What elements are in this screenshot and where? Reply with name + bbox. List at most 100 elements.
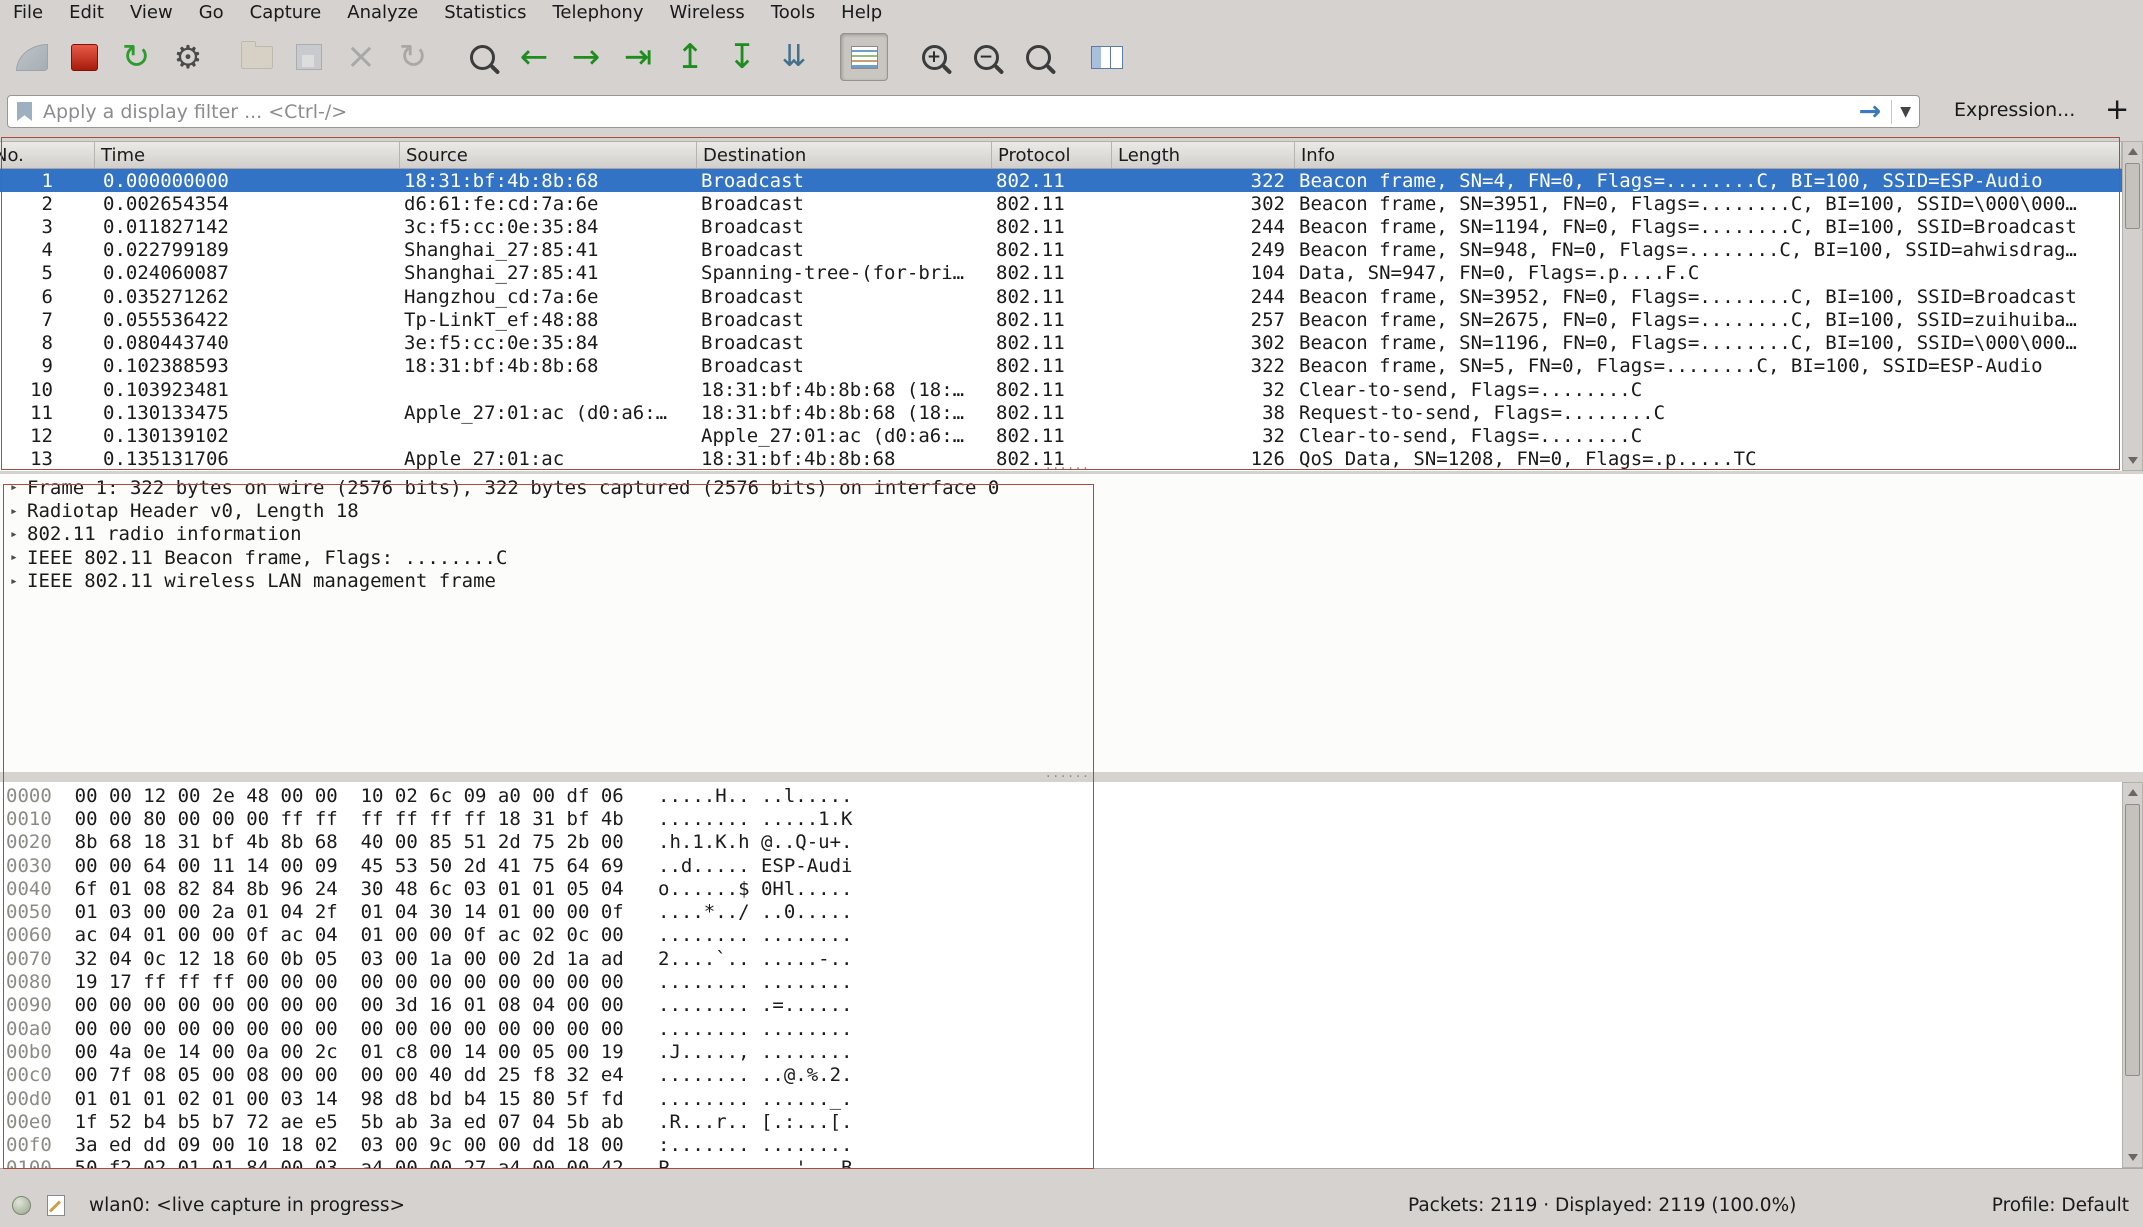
hex-row[interactable]: 0010 00 00 80 00 00 00 ff ff ff ff ff ff…	[0, 807, 2122, 830]
go-first-packet-button[interactable]: ↥	[667, 34, 713, 80]
hex-bytes[interactable]: ac 04 01 00 00 0f ac 04 01 00 00 0f ac 0…	[52, 924, 624, 946]
column-header-protocol[interactable]: Protocol	[992, 142, 1112, 168]
column-header-source[interactable]: Source	[400, 142, 697, 168]
hex-row[interactable]: 0020 8b 68 18 31 bf 4b 8b 68 40 00 85 51…	[0, 831, 2122, 854]
menu-tools[interactable]: Tools	[758, 0, 828, 24]
column-header-length[interactable]: Length	[1112, 142, 1295, 168]
hex-bytes[interactable]: 00 00 64 00 11 14 00 09 45 53 50 2d 41 7…	[52, 855, 624, 877]
hex-bytes[interactable]: 00 00 12 00 2e 48 00 00 10 02 6c 09 a0 0…	[52, 785, 624, 807]
hex-ascii[interactable]: .R...r.. [.:...[.	[624, 1111, 853, 1133]
hex-row[interactable]: 0100 50 f2 02 01 01 84 00 03 a4 00 00 27…	[0, 1157, 2122, 1168]
detail-line[interactable]: ▸802.11 radio information	[0, 523, 2143, 546]
detail-line[interactable]: ▸Frame 1: 322 bytes on wire (2576 bits),…	[0, 476, 2143, 499]
packet-row[interactable]: 120.130139102Apple_27:01:ac (d0:a6:…802.…	[0, 424, 2122, 447]
hex-bytes[interactable]: 01 01 01 02 01 00 03 14 98 d8 bd b4 15 8…	[52, 1088, 624, 1110]
hex-ascii[interactable]: ........ ......_.	[624, 1088, 853, 1110]
scroll-down-icon[interactable]	[2124, 1148, 2141, 1166]
auto-scroll-button[interactable]: ⇊	[771, 34, 817, 80]
column-header-info[interactable]: Info	[1295, 142, 2122, 168]
hex-row[interactable]: 0060 ac 04 01 00 00 0f ac 04 01 00 00 0f…	[0, 924, 2122, 947]
hex-ascii[interactable]: ....*../ ..0.....	[624, 901, 853, 923]
find-packet-button[interactable]	[459, 34, 505, 80]
menu-help[interactable]: Help	[828, 0, 895, 24]
zoom-in-button[interactable]: +	[911, 34, 957, 80]
packet-row[interactable]: 20.002654354d6:61:fe:cd:7a:6eBroadcast80…	[0, 192, 2122, 215]
hex-bytes[interactable]: 32 04 0c 12 18 60 0b 05 03 00 1a 00 00 2…	[52, 948, 624, 970]
hex-ascii[interactable]: P....... ...'...B	[624, 1157, 853, 1168]
capture-comment-icon[interactable]	[47, 1195, 65, 1216]
hex-bytes[interactable]: 00 4a 0e 14 00 0a 00 2c 01 c8 00 14 00 0…	[52, 1041, 624, 1063]
hex-row[interactable]: 0050 01 03 00 00 2a 01 04 2f 01 04 30 14…	[0, 900, 2122, 923]
hex-bytes[interactable]: 50 f2 02 01 01 84 00 03 a4 00 00 27 a4 0…	[52, 1157, 624, 1168]
go-last-packet-button[interactable]: ↧	[719, 34, 765, 80]
hex-ascii[interactable]: ........ ..@.%.2.	[624, 1064, 853, 1086]
hex-row[interactable]: 00f0 3a ed dd 09 00 10 18 02 03 00 9c 00…	[0, 1133, 2122, 1156]
zoom-out-button[interactable]: −	[963, 34, 1009, 80]
colorize-button[interactable]	[840, 33, 888, 81]
detail-line[interactable]: ▸Radiotap Header v0, Length 18	[0, 499, 2143, 522]
menu-file[interactable]: File	[0, 0, 56, 24]
menu-capture[interactable]: Capture	[237, 0, 335, 24]
hex-bytes[interactable]: 1f 52 b4 b5 b7 72 ae e5 5b ab 3a ed 07 0…	[52, 1111, 624, 1133]
hex-row[interactable]: 0070 32 04 0c 12 18 60 0b 05 03 00 1a 00…	[0, 947, 2122, 970]
packet-row[interactable]: 110.130133475Apple_27:01:ac (d0:a6:…18:3…	[0, 401, 2122, 424]
packet-row[interactable]: 30.0118271423c:f5:cc:0e:35:84Broadcast80…	[0, 215, 2122, 238]
hex-row[interactable]: 00e0 1f 52 b4 b5 b7 72 ae e5 5b ab 3a ed…	[0, 1110, 2122, 1133]
column-header-no[interactable]: No.	[0, 142, 95, 168]
go-to-packet-button[interactable]: ⇥	[615, 34, 661, 80]
add-filter-button[interactable]: +	[2099, 91, 2135, 127]
packet-row[interactable]: 60.035271262Hangzhou_cd:7a:6eBroadcast80…	[0, 285, 2122, 308]
menu-analyze[interactable]: Analyze	[334, 0, 431, 24]
hex-row[interactable]: 00b0 00 4a 0e 14 00 0a 00 2c 01 c8 00 14…	[0, 1040, 2122, 1063]
menu-statistics[interactable]: Statistics	[431, 0, 539, 24]
go-forward-button[interactable]: →	[563, 34, 609, 80]
expand-triangle-icon[interactable]: ▸	[10, 550, 27, 565]
hex-ascii[interactable]: .h.1.K.h @..Q-u+.	[624, 831, 853, 853]
expand-triangle-icon[interactable]: ▸	[10, 504, 27, 519]
packet-list-scrollbar[interactable]	[2122, 141, 2143, 471]
capture-options-button[interactable]: ⚙	[165, 34, 211, 80]
hex-bytes[interactable]: 3a ed dd 09 00 10 18 02 03 00 9c 00 00 d…	[52, 1134, 624, 1156]
hex-bytes[interactable]: 00 00 00 00 00 00 00 00 00 00 00 00 00 0…	[52, 1018, 624, 1040]
detail-line[interactable]: ▸IEEE 802.11 Beacon frame, Flags: ......…	[0, 546, 2143, 569]
scroll-up-icon[interactable]	[2124, 143, 2141, 161]
expert-info-icon[interactable]	[12, 1196, 31, 1215]
filter-apply-icon[interactable]: →	[1859, 98, 1882, 125]
packet-row[interactable]: 50.024060087Shanghai_27:85:41Spanning-tr…	[0, 262, 2122, 285]
hex-ascii[interactable]: .....H.. ..l.....	[624, 785, 853, 807]
packet-row[interactable]: 40.022799189Shanghai_27:85:41Broadcast80…	[0, 239, 2122, 262]
hex-bytes[interactable]: 19 17 ff ff ff 00 00 00 00 00 00 00 00 0…	[52, 971, 624, 993]
packet-row[interactable]: 10.00000000018:31:bf:4b:8b:68Broadcast80…	[0, 169, 2122, 192]
expression-button[interactable]: Expression...	[1948, 98, 2081, 122]
filter-bookmark-icon[interactable]	[17, 102, 32, 121]
column-header-destination[interactable]: Destination	[697, 142, 992, 168]
menu-view[interactable]: View	[117, 0, 186, 24]
hex-bytes[interactable]: 00 00 00 00 00 00 00 00 00 3d 16 01 08 0…	[52, 994, 624, 1016]
hex-ascii[interactable]: o......$ 0Hl.....	[624, 878, 853, 900]
hex-ascii[interactable]: 2....`.. .....-..	[624, 948, 853, 970]
hex-row[interactable]: 0080 19 17 ff ff ff 00 00 00 00 00 00 00…	[0, 970, 2122, 993]
hex-bytes[interactable]: 6f 01 08 82 84 8b 96 24 30 48 6c 03 01 0…	[52, 878, 624, 900]
hex-ascii[interactable]: ........ .=......	[624, 994, 853, 1016]
hex-row[interactable]: 00a0 00 00 00 00 00 00 00 00 00 00 00 00…	[0, 1017, 2122, 1040]
hex-ascii[interactable]: ........ ........	[624, 971, 853, 993]
filter-dropdown-chevron-icon[interactable]: ▼	[1891, 100, 1919, 124]
column-header-time[interactable]: Time	[95, 142, 400, 168]
hex-ascii[interactable]: ........ ........	[624, 924, 853, 946]
detail-line[interactable]: ▸IEEE 802.11 wireless LAN management fra…	[0, 570, 2143, 593]
profile-text[interactable]: Profile: Default	[1992, 1195, 2129, 1216]
packet-row[interactable]: 80.0804437403e:f5:cc:0e:35:84Broadcast80…	[0, 332, 2122, 355]
hex-row[interactable]: 0000 00 00 12 00 2e 48 00 00 10 02 6c 09…	[0, 784, 2122, 807]
menu-wireless[interactable]: Wireless	[656, 0, 757, 24]
hex-bytes[interactable]: 8b 68 18 31 bf 4b 8b 68 40 00 85 51 2d 7…	[52, 831, 624, 853]
hex-ascii[interactable]: .J....., ........	[624, 1041, 853, 1063]
hex-ascii[interactable]: ........ ........	[624, 1018, 853, 1040]
expand-triangle-icon[interactable]: ▸	[10, 574, 27, 589]
packet-bytes-scrollbar[interactable]	[2122, 782, 2143, 1168]
menu-telephony[interactable]: Telephony	[539, 0, 656, 24]
hex-bytes[interactable]: 00 7f 08 05 00 08 00 00 00 00 40 dd 25 f…	[52, 1064, 624, 1086]
packet-row[interactable]: 70.055536422Tp-LinkT_ef:48:88Broadcast80…	[0, 308, 2122, 331]
pane-splitter-handle[interactable]: ······	[1046, 774, 1091, 780]
hex-row[interactable]: 00c0 00 7f 08 05 00 08 00 00 00 00 40 dd…	[0, 1064, 2122, 1087]
hex-ascii[interactable]: ..d..... ESP-Audi	[624, 855, 853, 877]
